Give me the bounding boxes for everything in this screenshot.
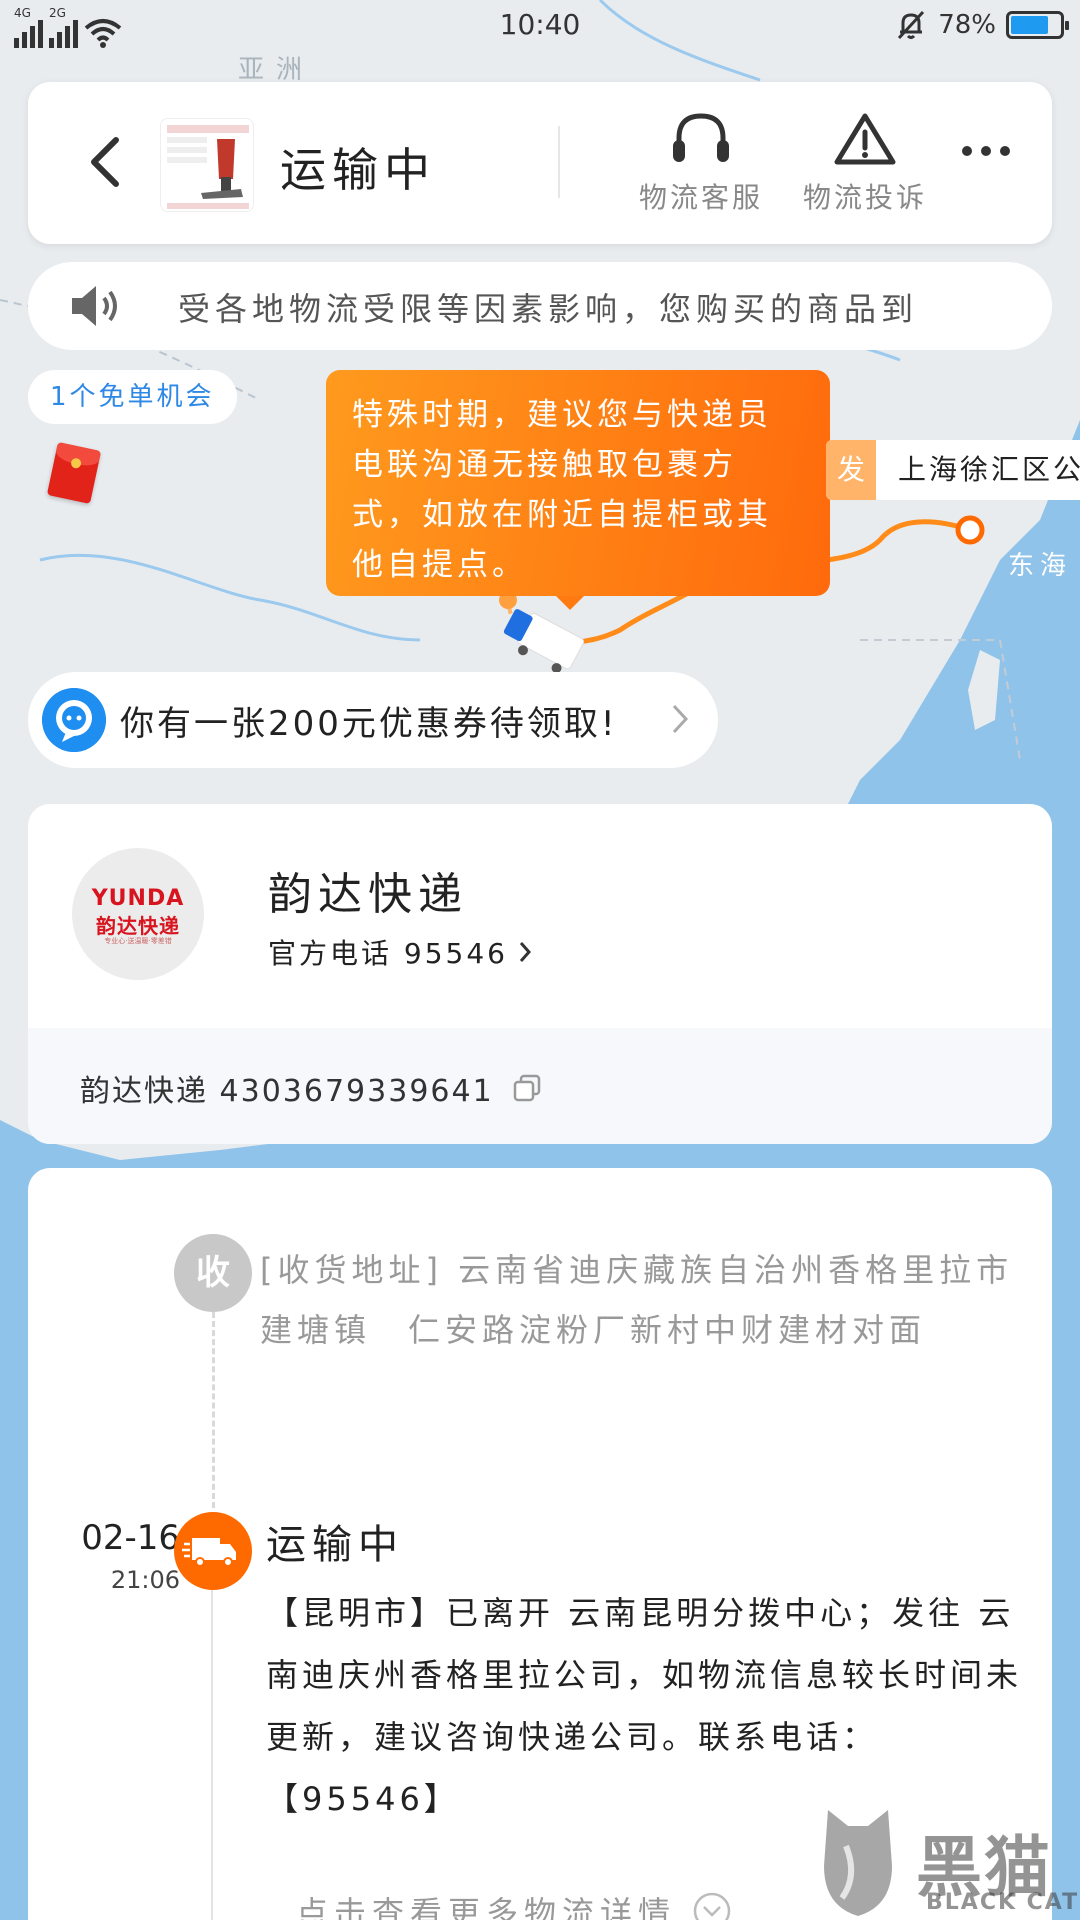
page-title: 运输中: [280, 143, 436, 197]
map-label-east-sea: 东海: [1008, 551, 1072, 581]
origin-label: 发 上海徐汇区公: [826, 440, 1080, 500]
logistics-complaint-button[interactable]: 物流投诉: [790, 110, 940, 216]
event-status: 运输中: [266, 1522, 404, 1568]
logo-cn-text: 韵达快递: [96, 914, 180, 938]
watermark-en: BLACK CAT: [926, 1890, 1080, 1915]
battery-percent: 78%: [938, 10, 996, 40]
carrier-card: YUNDA 韵达快递 专业心·送温暖·零差错 韵达快递 官方电话 95546 韵…: [28, 804, 1052, 1144]
product-image: [161, 119, 253, 211]
view-more-logistics-button[interactable]: 点击查看更多物流详情: [296, 1888, 732, 1920]
carrier-phone-link[interactable]: 官方电话 95546: [268, 932, 532, 972]
coupon-text: 你有一张200元优惠券待领取!: [120, 704, 618, 744]
carrier-phone-text: 官方电话 95546: [268, 937, 508, 970]
black-cat-logo-icon: [824, 1810, 892, 1916]
transit-status-dot: [174, 1512, 252, 1590]
origin-name: 上海徐汇区公: [898, 453, 1080, 486]
notice-bar[interactable]: 受各地物流受限等因素影响，您购买的商品到: [28, 262, 1052, 350]
header-card: 运输中 物流客服 物流投诉: [28, 82, 1052, 244]
event-time: 21:06: [110, 1566, 180, 1594]
header-divider: [558, 126, 560, 198]
chevron-down-circle-icon: [693, 1892, 731, 1920]
view-more-label: 点击查看更多物流详情: [296, 1894, 677, 1920]
origin-tag: 发: [826, 440, 876, 500]
warning-icon: [834, 113, 896, 165]
logistics-service-button[interactable]: 物流客服: [626, 110, 776, 216]
truck-icon: [182, 1538, 236, 1567]
service-label: 物流客服: [638, 181, 763, 214]
back-arrow-icon[interactable]: [80, 132, 130, 192]
coupon-banner[interactable]: 你有一张200元优惠券待领取!: [28, 672, 718, 768]
product-thumbnail[interactable]: [160, 118, 254, 212]
status-bar: 4G 2G 10:40 78%: [0, 0, 1080, 56]
timeline-dashed-line: [212, 1312, 215, 1508]
event-description: 【昆明市】已离开 云南昆明分拨中心；发往 云南迪庆州香格里拉公司，如物流信息较长…: [266, 1594, 1023, 1818]
status-right: 78%: [894, 8, 1069, 42]
tracking-number-row: 韵达快递 4303679339641: [28, 1028, 1052, 1144]
event-date: 02-16: [81, 1518, 180, 1558]
logo-en-text: YUNDA: [91, 886, 185, 911]
yunda-logo: YUNDA 韵达快递 专业心·送温暖·零差错: [72, 848, 204, 980]
logo-slogan: 专业心·送温暖·零差错: [104, 937, 172, 945]
battery-icon: [1006, 11, 1069, 39]
more-options-icon[interactable]: [962, 146, 1010, 156]
special-period-tip: 特殊时期，建议您与快递员电联沟通无接触取包裹方式，如放在附近自提柜或其他自提点。: [326, 370, 830, 610]
speaker-icon: [72, 286, 117, 326]
mute-bell-icon: [898, 10, 925, 40]
timeline-solid-line: [211, 1590, 213, 1920]
headset-icon: [673, 113, 729, 162]
copy-icon[interactable]: [512, 1073, 542, 1103]
receive-badge: 收: [174, 1234, 252, 1312]
blackcat-watermark: 黑猫 BLACK CAT: [808, 1806, 1080, 1920]
carrier-name: 韵达快递: [268, 869, 468, 920]
free-order-chance-badge[interactable]: 1个免单机会: [28, 370, 237, 424]
chevron-right-icon: [672, 704, 689, 734]
receive-address: [收货地址] 云南省迪庆藏族自治州香格里拉市 建塘镇 仁安路淀粉厂新村中财建材对…: [260, 1251, 1014, 1349]
map-label-asia: 亚洲: [238, 55, 314, 85]
assistant-icon: [42, 688, 106, 752]
notice-text: 受各地物流受限等因素影响，您购买的商品到: [178, 290, 919, 328]
tracking-number: 韵达快递 4303679339641: [80, 1074, 494, 1109]
chevron-right-icon: [519, 942, 531, 962]
complaint-label: 物流投诉: [802, 181, 927, 214]
